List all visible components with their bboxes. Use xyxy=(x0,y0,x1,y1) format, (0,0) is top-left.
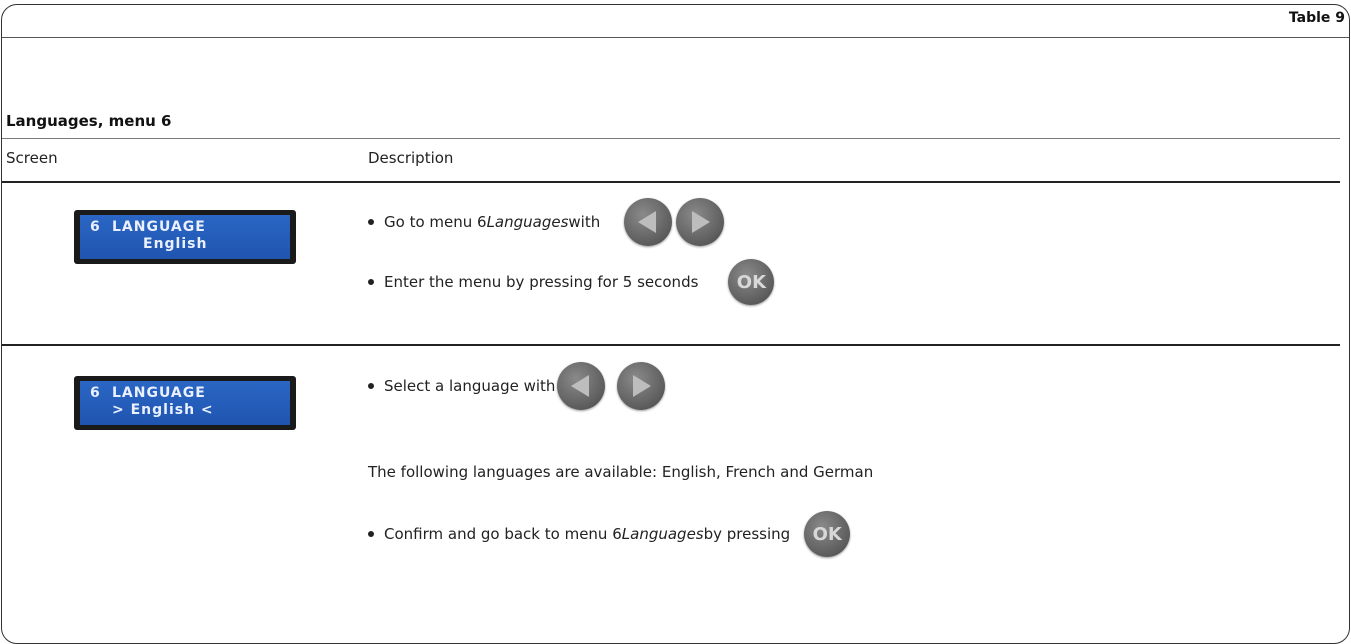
ok-button-icon: OK xyxy=(728,259,775,305)
bullet xyxy=(368,383,374,389)
column-header-description: Description xyxy=(368,149,454,167)
arrow-right-icon xyxy=(617,362,666,410)
bullet xyxy=(368,279,374,285)
step-text-emphasis: Languages xyxy=(486,213,569,231)
document-page: Table 9 Languages, menu 6 Screen Descrip… xyxy=(0,0,1351,644)
step-text: by pressing xyxy=(703,525,791,543)
lcd-display: 6 LANGUAGE English xyxy=(74,210,296,264)
header-row-divider xyxy=(2,181,1340,183)
lcd-menu-title: LANGUAGE xyxy=(112,219,206,235)
step-text: Confirm and go back to menu 6 xyxy=(384,525,622,543)
lcd-line-1: 6 LANGUAGE xyxy=(90,219,280,236)
row-divider xyxy=(2,344,1340,346)
lcd-line-2: English xyxy=(143,236,208,252)
step-confirm: Confirm and go back to menu 6 Languages … xyxy=(368,510,851,558)
section-title: Languages, menu 6 xyxy=(6,112,172,130)
step-text-emphasis: Languages xyxy=(621,525,704,543)
lcd-screen: 6 LANGUAGE English xyxy=(80,215,290,259)
lcd-line-1: 6 LANGUAGE xyxy=(90,385,280,402)
step-text: Enter the menu by pressing for 5 seconds xyxy=(384,273,699,291)
lcd-screen: 6 LANGUAGE > English < xyxy=(80,381,290,425)
step-text: with xyxy=(568,213,601,231)
lcd-menu-number: 6 xyxy=(90,219,101,235)
column-header-screen: Screen xyxy=(6,149,58,167)
arrow-right-icon xyxy=(676,198,725,246)
step-text: Go to menu 6 xyxy=(384,213,487,231)
title-divider xyxy=(2,138,1340,139)
step-text: Select a language with xyxy=(384,377,556,395)
step-go-to-menu: Go to menu 6 Languages with xyxy=(368,198,725,246)
note-text: The following languages are available: E… xyxy=(368,463,874,481)
available-languages-note: The following languages are available: E… xyxy=(368,460,873,484)
step-enter-menu: Enter the menu by pressing for 5 seconds… xyxy=(368,258,775,306)
header-divider xyxy=(2,37,1349,38)
arrow-left-icon xyxy=(624,198,673,246)
lcd-menu-title: LANGUAGE xyxy=(112,385,206,401)
lcd-menu-number: 6 xyxy=(90,385,101,401)
lcd-display: 6 LANGUAGE > English < xyxy=(74,376,296,430)
table-number: Table 9 xyxy=(1288,10,1345,26)
bullet xyxy=(368,531,374,537)
arrow-left-icon xyxy=(557,362,606,410)
bullet xyxy=(368,219,374,225)
ok-button-icon: OK xyxy=(804,511,851,557)
step-select-language: Select a language with xyxy=(368,362,666,410)
lcd-line-2: > English < xyxy=(112,402,214,418)
